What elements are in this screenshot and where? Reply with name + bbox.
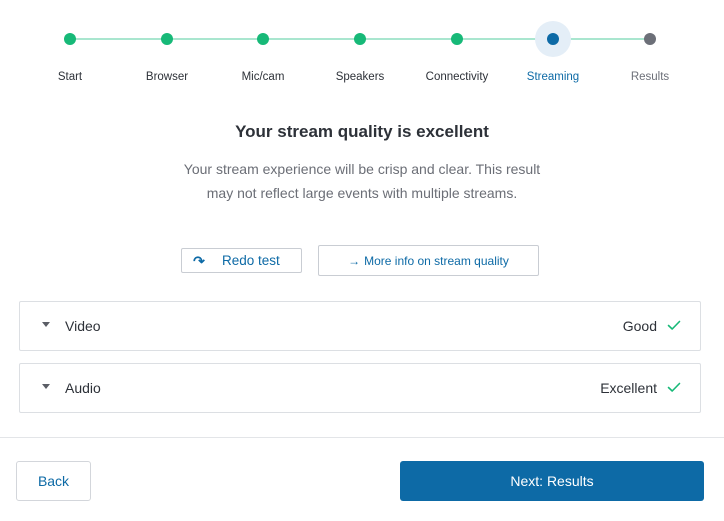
result-status: Excellent: [600, 380, 657, 396]
step-complete-dot: [354, 33, 366, 45]
step-connectivity: Connectivity: [407, 0, 507, 100]
page-title: Your stream quality is excellent: [235, 122, 489, 141]
page-description: Your stream experience will be crisp and…: [183, 161, 541, 201]
result-label: Audio: [65, 380, 101, 396]
step-label: Connectivity: [425, 71, 489, 83]
step-browser: Browser: [117, 0, 217, 100]
step-label: Start: [57, 71, 83, 83]
footer-divider: [0, 437, 724, 438]
step-pending-dot: [644, 33, 656, 45]
progress-stepper: Start Browser Mic/cam Speakers Connectiv…: [0, 0, 724, 100]
step-label: Results: [630, 71, 670, 83]
step-label: Mic/cam: [241, 71, 285, 83]
step-label: Browser: [145, 71, 189, 83]
step-label: Speakers: [335, 71, 385, 83]
step-complete-dot: [161, 33, 173, 45]
step-complete-dot: [257, 33, 269, 45]
step-start: Start: [20, 0, 120, 100]
step-complete-dot: [64, 33, 76, 45]
next-results-button[interactable]: Next: Results: [400, 461, 704, 501]
result-label: Video: [65, 318, 101, 334]
redo-icon: ↷: [193, 252, 205, 269]
arrow-right-icon: →: [348, 253, 361, 268]
step-speakers: Speakers: [310, 0, 410, 100]
step-current-dot: [547, 33, 559, 45]
step-label: Streaming: [526, 71, 580, 83]
more-info-button[interactable]: → More info on stream quality: [318, 245, 539, 276]
step-mic-cam: Mic/cam: [213, 0, 313, 100]
result-row-video[interactable]: Video Good: [19, 301, 701, 351]
back-button[interactable]: Back: [16, 461, 91, 501]
step-results: Results: [600, 0, 700, 100]
result-row-audio[interactable]: Audio Excellent: [19, 363, 701, 413]
result-status: Good: [622, 318, 657, 334]
step-streaming: Streaming: [503, 0, 603, 100]
check-icon: [667, 382, 681, 392]
more-info-label: More info on stream quality: [364, 253, 509, 268]
redo-test-label: Redo test: [222, 253, 280, 268]
caret-down-icon[interactable]: [42, 384, 50, 389]
check-icon: [667, 320, 681, 330]
redo-test-button[interactable]: ↷ Redo test: [181, 248, 302, 273]
step-current-halo: [535, 21, 571, 57]
step-complete-dot: [451, 33, 463, 45]
caret-down-icon[interactable]: [42, 322, 50, 327]
